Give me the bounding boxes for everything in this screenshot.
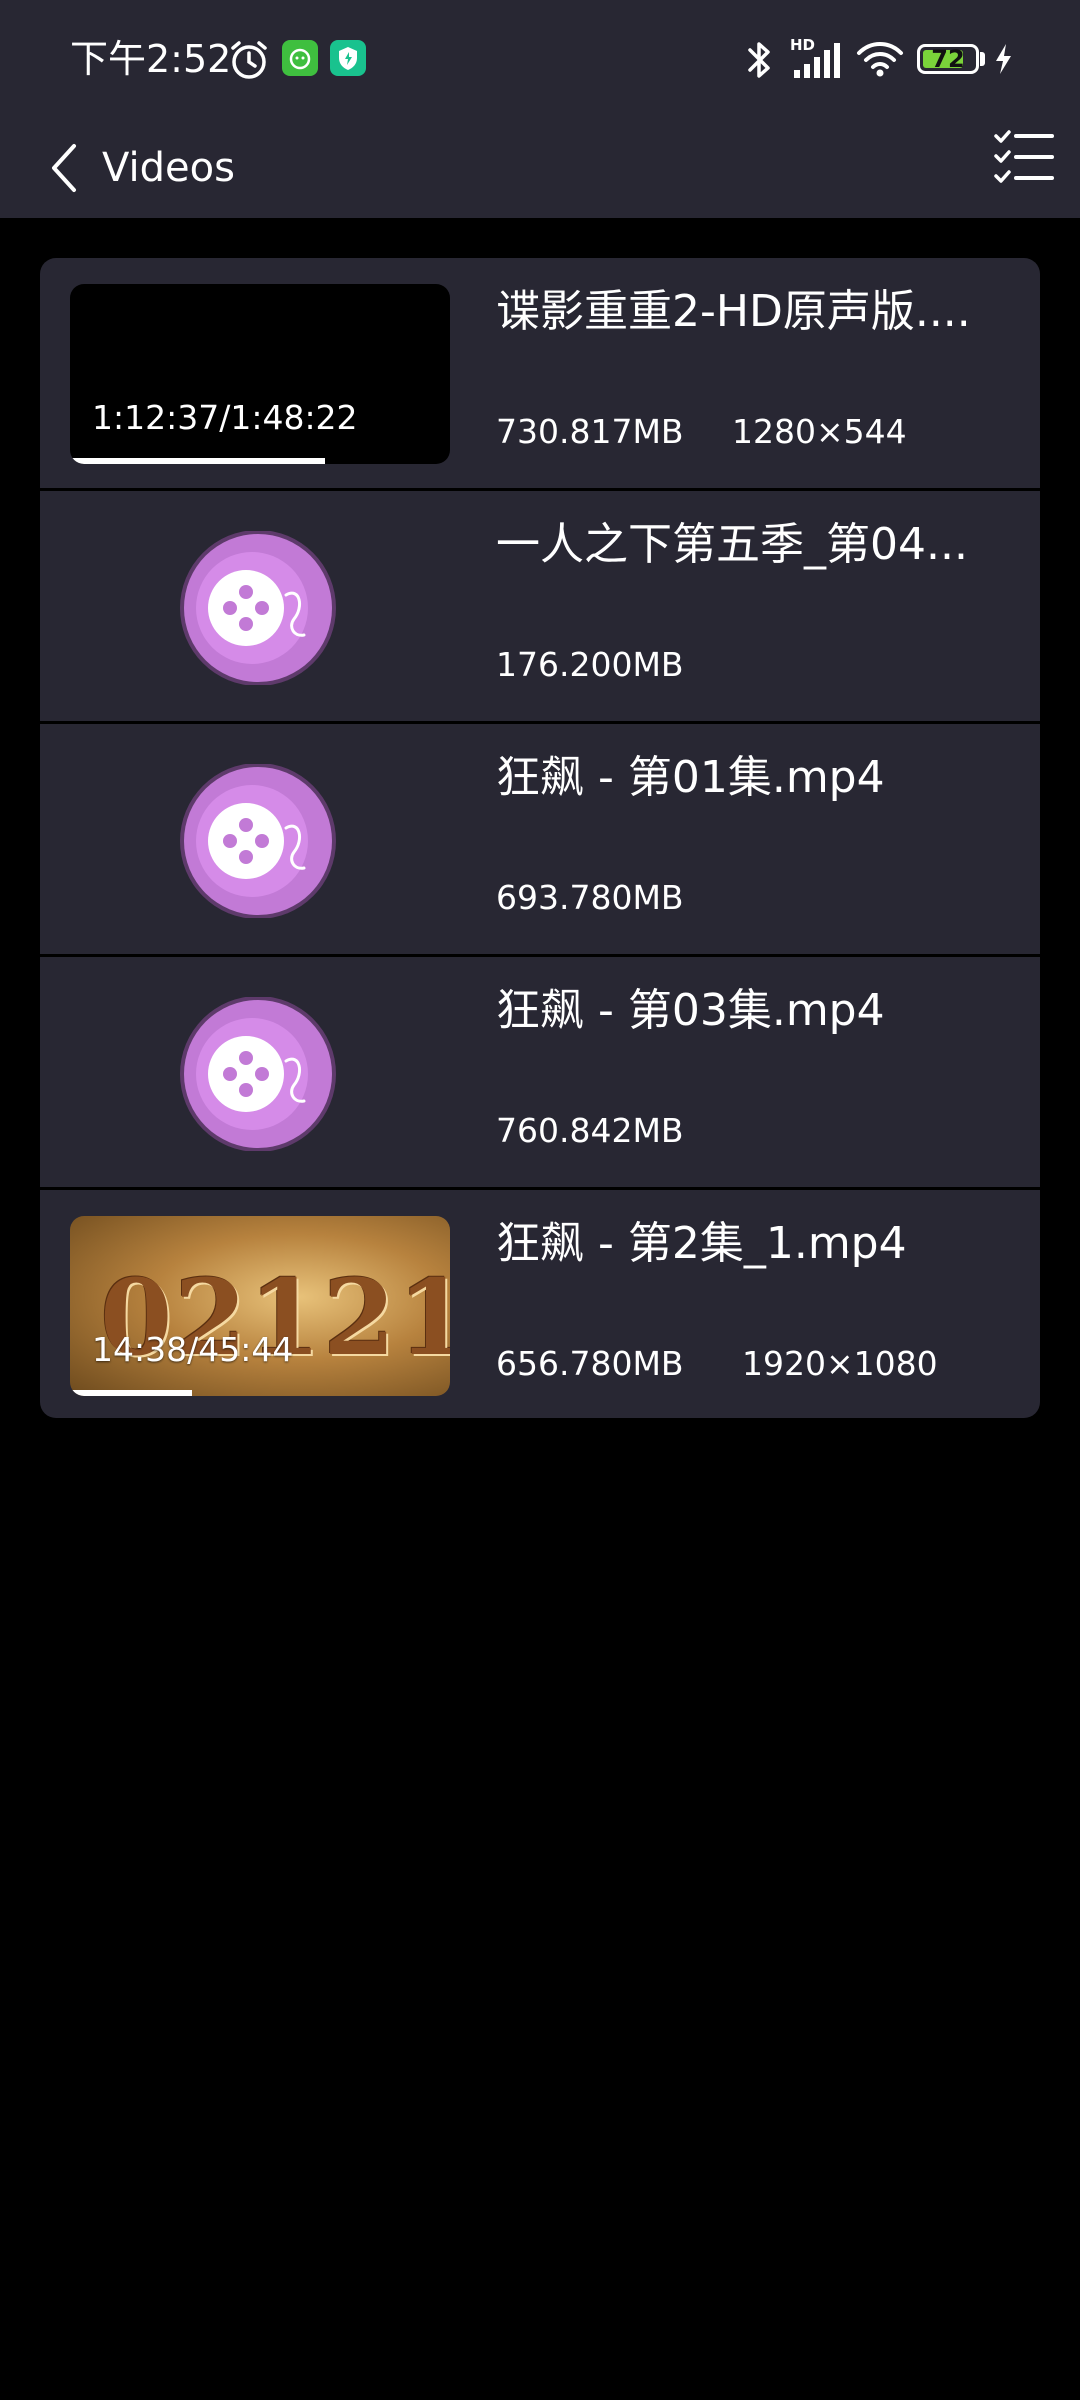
video-resolution: 1920×1080 [742,1344,938,1383]
video-size: 176.200MB [496,645,684,684]
playback-progress-fill [70,1390,192,1396]
bluetooth-icon [748,42,770,78]
video-row[interactable]: 021219 14:38/45:44 狂飙 - 第2集_1.mp4 656.78… [40,1187,1040,1418]
status-time: 下午2:52 [70,37,232,81]
film-reel-icon [180,531,336,685]
video-size: 656.780MB [496,1344,684,1383]
video-size: 730.817MB [496,412,684,451]
video-title: 一人之下第五季_第04... [496,519,968,570]
video-size: 693.780MB [496,878,684,917]
alarm-icon [231,41,267,79]
video-size: 760.842MB [496,1111,684,1150]
video-title: 谍影重重2-HD原声版.... [496,286,971,337]
video-thumbnail: 021219 14:38/45:44 [70,1216,450,1396]
playback-progress-text: 14:38/45:44 [92,1330,294,1369]
playback-progress-fill [70,458,325,464]
video-resolution: 1280×544 [732,412,907,451]
charging-icon [996,44,1011,74]
top-bar: 下午2:52 HD 72 Videos [0,0,1080,218]
signal-icon [794,43,840,78]
video-title: 狂飙 - 第2集_1.mp4 [496,1218,907,1269]
film-reel-icon [180,764,336,918]
video-thumbnail: 1:12:37/1:48:22 [70,284,450,464]
video-row[interactable]: 一人之下第五季_第04... 176.200MB [40,488,1040,721]
page-title: Videos [102,145,235,191]
wifi-icon [857,42,903,77]
battery-level: 72 [931,45,965,73]
app-header: Videos [0,120,1080,218]
video-list: 1:12:37/1:48:22 谍影重重2-HD原声版.... 730.817M… [40,258,1040,1418]
playback-progress-bar [70,458,450,464]
video-frame: 1:12:37/1:48:22 [70,284,450,464]
video-title: 狂飙 - 第01集.mp4 [496,752,885,803]
video-row[interactable]: 狂飙 - 第01集.mp4 693.780MB [40,721,1040,954]
video-row[interactable]: 狂飙 - 第03集.mp4 760.842MB [40,954,1040,1187]
video-frame: 021219 14:38/45:44 [70,1216,450,1396]
video-title: 狂飙 - 第03集.mp4 [496,985,885,1036]
playback-progress-text: 1:12:37/1:48:22 [92,398,358,437]
video-row[interactable]: 1:12:37/1:48:22 谍影重重2-HD原声版.... 730.817M… [40,258,1040,488]
app-notification-icon [282,40,318,76]
status-bar: 下午2:52 HD 72 [0,0,1080,120]
film-reel-icon [180,997,336,1151]
playback-progress-bar [70,1390,450,1396]
chevron-left-icon[interactable] [40,128,100,208]
battery-icon: 72 [917,44,979,74]
app-notification-icon [330,40,366,76]
checklist-icon[interactable] [992,126,1056,190]
